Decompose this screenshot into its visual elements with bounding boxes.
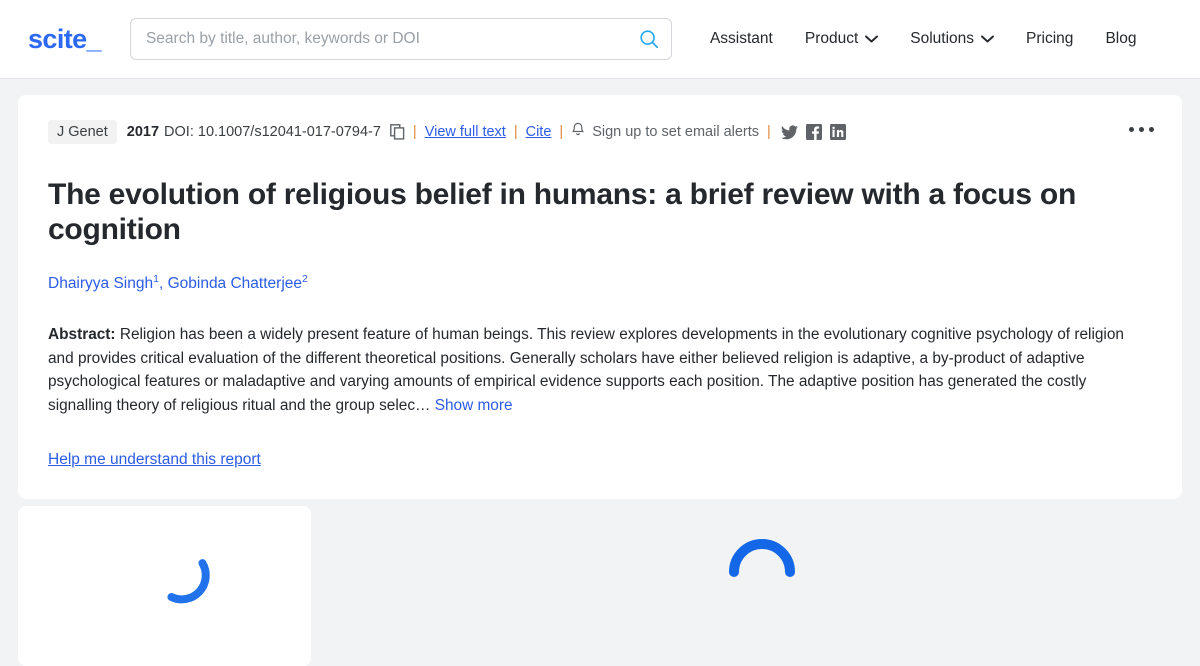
author-separator: , (158, 275, 168, 293)
nav-label: Solutions (910, 30, 975, 47)
author-name: Dhairyya Singh (48, 275, 154, 293)
search-button[interactable] (634, 24, 664, 54)
show-more-link[interactable]: Show more (435, 397, 513, 414)
journal-badge: J Genet (48, 120, 117, 144)
publication-year: 2017 (126, 124, 160, 140)
author-link[interactable]: Gobinda Chatterjee2 (167, 273, 308, 293)
loading-spinner (722, 528, 802, 613)
copy-icon[interactable] (390, 124, 405, 140)
doi-label: DOI: 10.1007/s12041-017-0794-7 (164, 124, 381, 140)
linkedin-icon[interactable] (829, 124, 846, 140)
author-name: Gobinda Chatterjee (167, 275, 302, 293)
nav-label: Blog (1105, 30, 1137, 47)
chevron-down-icon (865, 35, 879, 43)
dot (1149, 127, 1154, 132)
separator: | (513, 124, 518, 140)
author-link[interactable]: Dhairyya Singh1 (48, 273, 159, 293)
email-alerts-label: Sign up to set email alerts (592, 124, 760, 140)
abstract-label: Abstract: (48, 326, 116, 344)
view-full-text-link[interactable]: View full text (425, 124, 506, 140)
nav-item-product[interactable]: Product (789, 20, 894, 58)
dot (1139, 127, 1144, 132)
abstract-section: Abstract: Religion has been a widely pre… (48, 323, 1150, 417)
nav-label: Pricing (1026, 30, 1074, 47)
separator: | (559, 124, 564, 140)
search-input[interactable] (129, 18, 672, 60)
loading-card (18, 506, 311, 666)
nav-item-assistant[interactable]: Assistant (694, 20, 789, 58)
nav-item-solutions[interactable]: Solutions (894, 20, 1010, 58)
nav-item-blog[interactable]: Blog (1089, 20, 1152, 58)
paper-metadata-row: J Genet 2017 DOI: 10.1007/s12041-017-079… (48, 119, 1150, 145)
chevron-down-icon (981, 35, 994, 43)
help-understand-report-link[interactable]: Help me understand this report (48, 451, 261, 469)
author-list: Dhairyya Singh1, Gobinda Chatterjee2 (48, 273, 1150, 293)
separator: | (767, 124, 771, 140)
twitter-icon[interactable] (780, 124, 798, 140)
main-navigation: Assistant Product Solutions Pricing Blog (694, 20, 1153, 58)
email-alerts-button[interactable]: Sign up to set email alerts (571, 122, 759, 142)
author-affiliation: 2 (302, 273, 308, 285)
bell-icon (571, 122, 585, 142)
scite-logo[interactable]: scite_ (28, 24, 102, 55)
abstract-text: Religion has been a widely present featu… (48, 326, 1124, 414)
dot (1129, 127, 1134, 132)
social-share-group (780, 124, 846, 140)
site-header: scite_ Assistant Product Solutions Pr (0, 0, 1200, 79)
nav-label: Product (804, 30, 859, 47)
paper-card: J Genet 2017 DOI: 10.1007/s12041-017-079… (18, 95, 1182, 500)
loading-spinner (148, 542, 218, 617)
nav-item-pricing[interactable]: Pricing (1010, 20, 1089, 58)
cite-link[interactable]: Cite (526, 124, 552, 140)
more-options-button[interactable] (1123, 121, 1160, 138)
separator: | (412, 124, 417, 140)
nav-label: Assistant (709, 30, 773, 47)
search-bar (129, 18, 672, 60)
page-title: The evolution of religious belief in hum… (48, 178, 1077, 246)
search-icon (640, 30, 659, 49)
facebook-icon[interactable] (805, 124, 822, 140)
